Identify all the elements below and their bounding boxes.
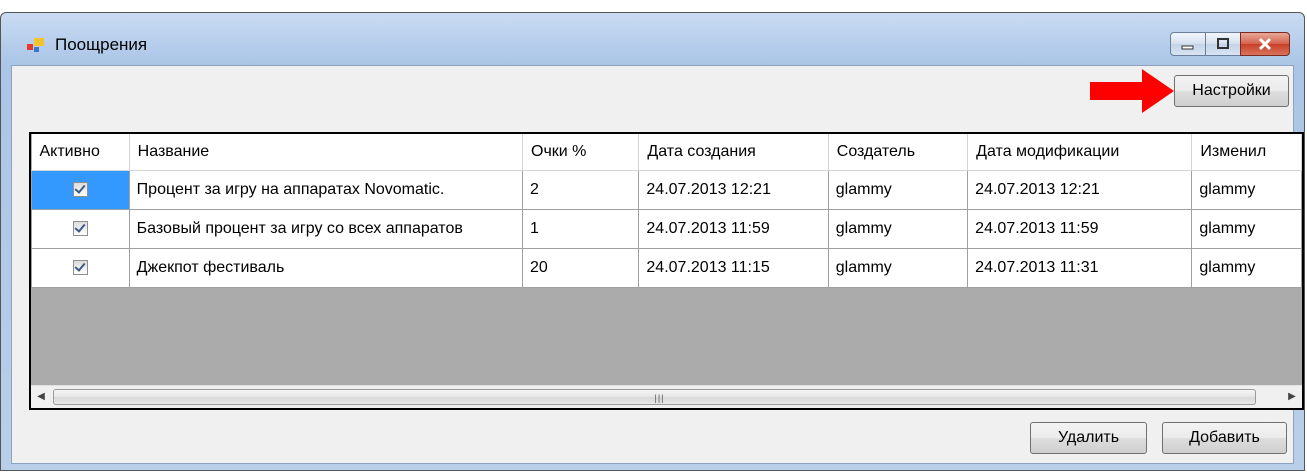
column-header-created[interactable]: Дата создания	[638, 134, 829, 171]
header-row: Активно Название Очки % Дата создания Со…	[31, 134, 1302, 171]
close-icon	[1258, 37, 1272, 51]
scrollbar-thumb[interactable]: |||	[53, 389, 1256, 405]
close-button[interactable]	[1240, 32, 1290, 56]
delete-button[interactable]: Удалить	[1030, 422, 1147, 454]
active-checkbox[interactable]	[72, 182, 88, 198]
points-cell[interactable]: 1	[521, 209, 640, 249]
add-button[interactable]: Добавить	[1162, 422, 1287, 454]
grip-icon: |||	[654, 393, 665, 403]
created-cell[interactable]: 24.07.2013 11:59	[638, 209, 829, 249]
modifier-cell[interactable]: glammy	[1191, 170, 1302, 210]
table-row[interactable]: Джекпот фестиваль 20 24.07.2013 11:15 gl…	[31, 248, 1302, 288]
window-title: Поощрения	[55, 35, 148, 54]
rewards-table: Активно Название Очки % Дата создания Со…	[31, 134, 1302, 288]
minimize-icon	[1181, 45, 1194, 50]
created-cell[interactable]: 24.07.2013 11:15	[638, 248, 829, 288]
horizontal-scrollbar[interactable]: ◀ ||| ▶	[31, 385, 1302, 408]
rewards-grid[interactable]: Активно Название Очки % Дата создания Со…	[29, 132, 1304, 410]
column-header-modified[interactable]: Дата модификации	[967, 134, 1193, 171]
modifier-cell[interactable]: glammy	[1191, 209, 1302, 249]
annotation-arrow-icon	[1090, 69, 1174, 113]
scroll-left-icon[interactable]: ◀	[31, 386, 51, 408]
active-cell[interactable]	[31, 209, 130, 249]
creator-cell[interactable]: glammy	[827, 170, 969, 210]
app-icon	[27, 38, 44, 52]
modified-cell[interactable]: 24.07.2013 11:59	[967, 209, 1193, 249]
created-cell[interactable]: 24.07.2013 12:21	[638, 170, 829, 210]
column-header-name[interactable]: Название	[129, 134, 524, 171]
settings-button[interactable]: Настройки	[1174, 75, 1289, 107]
maximize-icon	[1217, 38, 1229, 49]
name-cell[interactable]: Джекпот фестиваль	[128, 248, 524, 288]
column-header-modifier[interactable]: Изменил	[1191, 134, 1302, 171]
column-header-creator[interactable]: Создатель	[828, 134, 969, 171]
active-cell[interactable]	[31, 170, 130, 210]
table-row[interactable]: Базовый процент за игру со всех аппарато…	[31, 209, 1302, 249]
column-header-active[interactable]: Активно	[31, 134, 130, 171]
creator-cell[interactable]: glammy	[827, 209, 969, 249]
active-checkbox[interactable]	[72, 221, 88, 237]
minimize-button[interactable]	[1170, 32, 1206, 56]
client-area: Настройки Активно Название Очки % Дата с…	[11, 65, 1304, 464]
title-bar[interactable]: Поощрения	[1, 13, 1304, 65]
name-cell[interactable]: Процент за игру на аппаратах Novomatic.	[128, 170, 524, 210]
creator-cell[interactable]: glammy	[827, 248, 969, 288]
name-cell[interactable]: Базовый процент за игру со всех аппарато…	[128, 209, 524, 249]
maximize-button[interactable]	[1205, 32, 1241, 56]
table-row[interactable]: Процент за игру на аппаратах Novomatic. …	[31, 170, 1302, 210]
active-cell[interactable]	[31, 248, 130, 288]
modified-cell[interactable]: 24.07.2013 11:31	[967, 248, 1193, 288]
points-cell[interactable]: 2	[521, 170, 640, 210]
active-checkbox[interactable]	[72, 260, 88, 276]
modifier-cell[interactable]: glammy	[1191, 248, 1302, 288]
scroll-right-icon[interactable]: ▶	[1282, 386, 1302, 408]
points-cell[interactable]: 20	[521, 248, 640, 288]
modified-cell[interactable]: 24.07.2013 12:21	[967, 170, 1193, 210]
column-header-points[interactable]: Очки %	[522, 134, 640, 171]
